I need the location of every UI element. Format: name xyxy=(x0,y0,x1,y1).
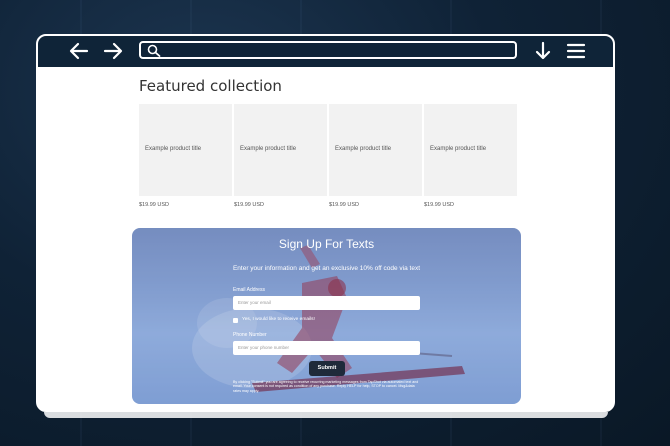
submit-button[interactable]: Submit xyxy=(309,361,345,376)
sms-disclaimer: By clicking "Submit" you are agreeing to… xyxy=(233,380,419,393)
search-icon xyxy=(147,44,161,57)
signup-subtitle: Enter your information and get an exclus… xyxy=(232,265,421,272)
product-image-placeholder[interactable]: Example product title xyxy=(329,104,422,196)
product-price: $19.99 USD xyxy=(139,202,169,208)
address-bar[interactable] xyxy=(139,41,517,59)
product-card[interactable]: Example product title $19.99 USD xyxy=(234,104,327,208)
product-title[interactable]: Example product title xyxy=(335,146,391,152)
phone-label: Phone Number xyxy=(233,332,267,338)
product-title[interactable]: Example product title xyxy=(430,146,486,152)
product-image-placeholder[interactable]: Example product title xyxy=(234,104,327,196)
sms-signup-form: Sign Up For Texts Enter your information… xyxy=(132,228,521,404)
product-card[interactable]: Example product title $19.99 USD xyxy=(139,104,232,208)
product-image-placeholder[interactable]: Example product title xyxy=(424,104,517,196)
web-page: Featured collection Example product titl… xyxy=(38,67,613,410)
product-price: $19.99 USD xyxy=(329,202,359,208)
consent-label[interactable]: Yes, I would like to receive emails! xyxy=(242,317,315,322)
browser-window: Featured collection Example product titl… xyxy=(36,34,615,412)
image-overlay xyxy=(132,228,521,404)
hamburger-menu-icon[interactable] xyxy=(565,41,587,61)
arrow-right-icon[interactable] xyxy=(102,41,124,61)
product-price: $19.99 USD xyxy=(234,202,264,208)
product-price: $19.99 USD xyxy=(424,202,454,208)
window-shadow-bar xyxy=(44,412,608,418)
featured-collection-title: Featured collection xyxy=(139,77,282,95)
browser-toolbar xyxy=(38,36,613,67)
signup-title: Sign Up For Texts xyxy=(278,237,375,251)
arrow-down-icon[interactable] xyxy=(532,41,554,61)
arrow-left-icon[interactable] xyxy=(68,41,90,61)
product-image-placeholder[interactable]: Example product title xyxy=(139,104,232,196)
phone-field[interactable]: Enter your phone number xyxy=(233,341,420,355)
product-card[interactable]: Example product title $19.99 USD xyxy=(424,104,517,208)
product-title[interactable]: Example product title xyxy=(240,146,296,152)
email-label: Email Address xyxy=(233,287,265,293)
product-card[interactable]: Example product title $19.99 USD xyxy=(329,104,422,208)
email-field[interactable]: Enter your email xyxy=(233,296,420,310)
product-title[interactable]: Example product title xyxy=(145,146,201,152)
consent-checkbox[interactable] xyxy=(233,318,238,323)
